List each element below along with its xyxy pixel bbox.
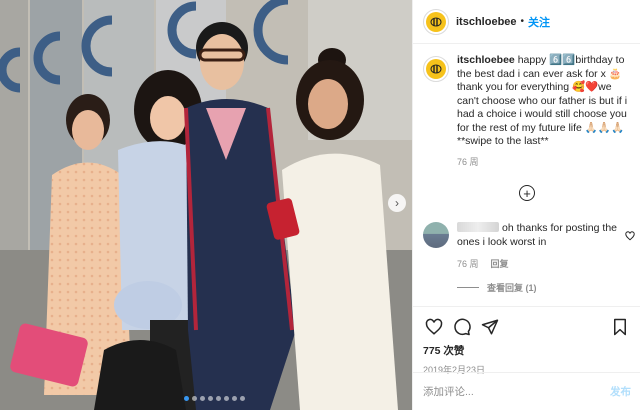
caption-text: happy 6️⃣6️⃣birthday to the best dad i c… [457, 54, 628, 147]
post-comment-button[interactable]: 发布 [610, 384, 631, 399]
post-side-panel: itschloebee • 关注 itschloebee happy 6️⃣6️… [412, 0, 640, 410]
carousel-dot [240, 396, 245, 401]
paper-plane-icon[interactable] [479, 316, 501, 338]
bookmark-icon[interactable] [609, 316, 631, 338]
post-header: itschloebee • 关注 [413, 0, 640, 44]
carousel-dots [184, 396, 245, 401]
carousel-dot [232, 396, 237, 401]
carousel-dot [224, 396, 229, 401]
caption-body: itschloebee happy 6️⃣6️⃣birthday to the … [457, 54, 631, 168]
bee-avatar-icon [426, 59, 446, 79]
carousel-dot [192, 396, 197, 401]
comment-item: oh thanks for posting the ones i look wo… [423, 222, 635, 270]
carousel-dot [200, 396, 205, 401]
heart-icon[interactable] [423, 316, 445, 338]
photo-illustration [0, 0, 412, 410]
carousel-dot [216, 396, 221, 401]
comment-body: oh thanks for posting the ones i look wo… [457, 222, 617, 270]
likes-count[interactable]: 775 次赞 [413, 337, 640, 358]
comment-bubble-icon[interactable] [451, 316, 473, 338]
caption-username[interactable]: itschloebee [457, 54, 515, 66]
action-icons [413, 307, 640, 337]
small-heart-icon[interactable] [625, 228, 635, 246]
view-replies-button[interactable]: 查看回复 (1) [457, 281, 537, 294]
caption-text-block: itschloebee happy 6️⃣6️⃣birthday to the … [457, 54, 631, 149]
author-avatar[interactable] [423, 8, 449, 35]
load-more-comments-button[interactable]: + [519, 185, 535, 201]
bee-avatar-icon [426, 11, 446, 32]
caption-avatar[interactable] [423, 56, 449, 82]
post-actions-section: 775 次赞 2019年2月23日 [413, 306, 640, 376]
comment-time[interactable]: 76 周 [457, 257, 479, 270]
reply-button[interactable]: 回复 [491, 257, 509, 270]
comment-meta: 76 周 回复 [457, 257, 617, 270]
author-username[interactable]: itschloebee [456, 16, 517, 28]
add-comment-bar: 发布 [413, 372, 640, 410]
post-photo[interactable]: › [0, 0, 412, 410]
comment-input[interactable] [423, 385, 610, 398]
caption-time[interactable]: 76 周 [457, 155, 631, 168]
header-separator: • [520, 16, 525, 27]
plus-circle-icon: + [523, 185, 531, 201]
follow-button[interactable]: 关注 [528, 14, 550, 30]
view-replies-label: 查看回复 (1) [487, 283, 537, 293]
comment-text-block: oh thanks for posting the ones i look wo… [457, 222, 617, 249]
carousel-next-button[interactable]: › [388, 194, 406, 212]
carousel-dot [184, 396, 189, 401]
caption: itschloebee happy 6️⃣6️⃣birthday to the … [413, 54, 640, 168]
comments-section: itschloebee happy 6️⃣6️⃣birthday to the … [413, 54, 640, 168]
commenter-username-redacted[interactable] [457, 222, 499, 232]
view-replies-line [457, 287, 479, 288]
carousel-dot [208, 396, 213, 401]
commenter-avatar[interactable] [423, 222, 449, 248]
chevron-right-icon: › [395, 196, 399, 210]
